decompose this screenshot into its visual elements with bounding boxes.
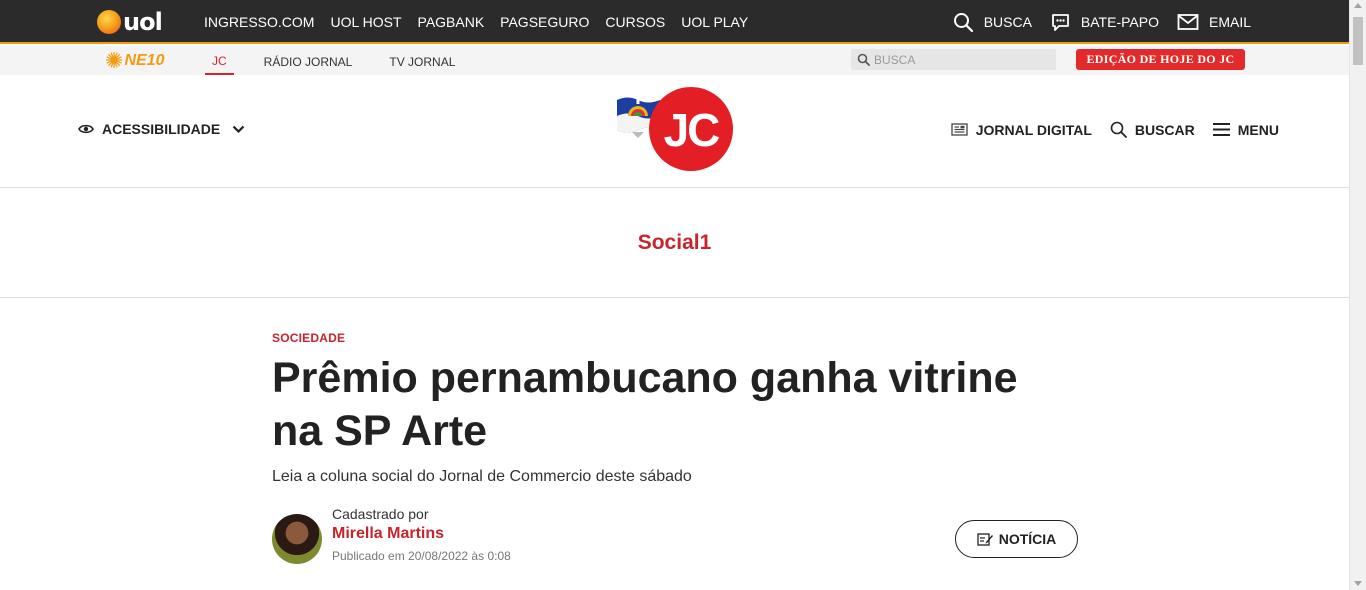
uol-busca-button[interactable]: BUSCA bbox=[953, 12, 1032, 33]
ne10-nav-tv-jornal[interactable]: TV JORNAL bbox=[382, 48, 462, 74]
author-name[interactable]: Mirella Martins bbox=[332, 525, 511, 543]
acessibilidade-label: ACESSIBILIDADE bbox=[102, 121, 221, 137]
scroll-up-arrow-icon[interactable] bbox=[1354, 3, 1362, 8]
menu-label: MENU bbox=[1237, 121, 1279, 138]
jc-logo-text: JC bbox=[664, 104, 720, 156]
uol-nav-pagseguro[interactable]: PAGSEGURO bbox=[500, 14, 589, 30]
menu-button[interactable]: MENU bbox=[1212, 121, 1279, 138]
acessibilidade-toggle[interactable]: ACESSIBILIDADE bbox=[78, 121, 253, 137]
search-icon bbox=[1110, 121, 1127, 138]
uol-nav: INGRESSO.COM UOL HOST PAGBANK PAGSEGURO … bbox=[204, 0, 764, 44]
uol-batepapo-button[interactable]: BATE-PAPO bbox=[1050, 12, 1159, 33]
page-scrollbar[interactable] bbox=[1349, 0, 1366, 590]
mail-icon bbox=[1177, 14, 1199, 30]
uol-logo-text: uol bbox=[123, 8, 163, 36]
jc-logo[interactable]: JC bbox=[616, 86, 736, 172]
scroll-down-arrow-icon[interactable] bbox=[1354, 581, 1362, 586]
uol-batepapo-label: BATE-PAPO bbox=[1080, 14, 1159, 30]
buscar-button[interactable]: BUSCAR bbox=[1110, 121, 1195, 138]
publish-date: Publicado em 20/08/2022 às 0:08 bbox=[332, 549, 511, 563]
noticia-label: NOTÍCIA bbox=[998, 531, 1057, 547]
section-band: Social1 bbox=[0, 189, 1349, 298]
jc-logo-graphic: JC bbox=[617, 87, 733, 171]
ne10-logo[interactable]: ✺ NE10 bbox=[105, 49, 164, 73]
author-avatar[interactable] bbox=[272, 514, 322, 564]
ne10-nav-jc[interactable]: JC bbox=[205, 47, 234, 75]
uol-nav-uolhost[interactable]: UOL HOST bbox=[330, 14, 401, 30]
ne10-search-box bbox=[851, 49, 1056, 70]
ne10-logo-text: NE10 bbox=[124, 52, 165, 69]
ne10-nav-radio-jornal[interactable]: RÁDIO JORNAL bbox=[257, 48, 360, 74]
uol-top-bar: uol INGRESSO.COM UOL HOST PAGBANK PAGSEG… bbox=[0, 0, 1349, 44]
author-info: Cadastrado por Mirella Martins Publicado… bbox=[332, 506, 511, 563]
uol-nav-pagbank[interactable]: PAGBANK bbox=[418, 14, 485, 30]
uol-email-label: EMAIL bbox=[1208, 14, 1251, 30]
edicao-hoje-button[interactable]: EDIÇÃO DE HOJE DO JC bbox=[1076, 49, 1245, 70]
author-block: Cadastrado por Mirella Martins Publicado… bbox=[272, 506, 511, 564]
newspaper-icon bbox=[951, 123, 968, 136]
article-kicker[interactable]: SOCIEDADE bbox=[272, 331, 345, 345]
search-icon bbox=[857, 53, 870, 66]
article-headline: Prêmio pernambucano ganha vitrine na SP … bbox=[272, 354, 1018, 455]
uol-nav-uolplay[interactable]: UOL PLAY bbox=[681, 14, 748, 30]
jornal-digital-link[interactable]: JORNAL DIGITAL bbox=[951, 122, 1092, 138]
search-icon bbox=[953, 12, 973, 32]
author-by-label: Cadastrado por bbox=[332, 506, 429, 522]
jornal-digital-label: JORNAL DIGITAL bbox=[975, 121, 1092, 138]
ne10-burst-icon: ✺ bbox=[105, 48, 124, 73]
uol-logo-icon bbox=[97, 10, 121, 34]
eye-icon bbox=[78, 124, 94, 134]
ne10-nav: JC RÁDIO JORNAL TV JORNAL bbox=[205, 46, 485, 75]
uol-busca-label: BUSCA bbox=[983, 14, 1032, 30]
uol-nav-ingresso[interactable]: INGRESSO.COM bbox=[204, 14, 314, 30]
header-actions: JORNAL DIGITAL BUSCAR MENU bbox=[933, 121, 1279, 138]
hamburger-icon bbox=[1212, 123, 1230, 136]
uol-right-links: BUSCA BATE-PAPO EMAIL bbox=[935, 0, 1251, 44]
ne10-search-input[interactable] bbox=[874, 52, 1044, 67]
chat-icon bbox=[1052, 13, 1069, 31]
noticia-badge-button[interactable]: NOTÍCIA bbox=[955, 520, 1078, 558]
jc-header: ACESSIBILIDADE JC JORNAL DIGITAL BUSCAR … bbox=[0, 75, 1349, 188]
section-title[interactable]: Social1 bbox=[638, 231, 712, 255]
ne10-bar: ✺ NE10 JC RÁDIO JORNAL TV JORNAL EDIÇÃO … bbox=[0, 46, 1349, 75]
chevron-down-icon bbox=[232, 125, 245, 133]
scrollbar-thumb[interactable] bbox=[1353, 17, 1363, 65]
uol-logo[interactable]: uol bbox=[97, 8, 163, 36]
article-summary: Leia a coluna social do Jornal de Commer… bbox=[272, 468, 692, 485]
buscar-label: BUSCAR bbox=[1134, 121, 1195, 138]
edit-icon bbox=[977, 533, 993, 546]
uol-email-button[interactable]: EMAIL bbox=[1177, 13, 1251, 31]
uol-nav-cursos[interactable]: CURSOS bbox=[605, 14, 665, 30]
